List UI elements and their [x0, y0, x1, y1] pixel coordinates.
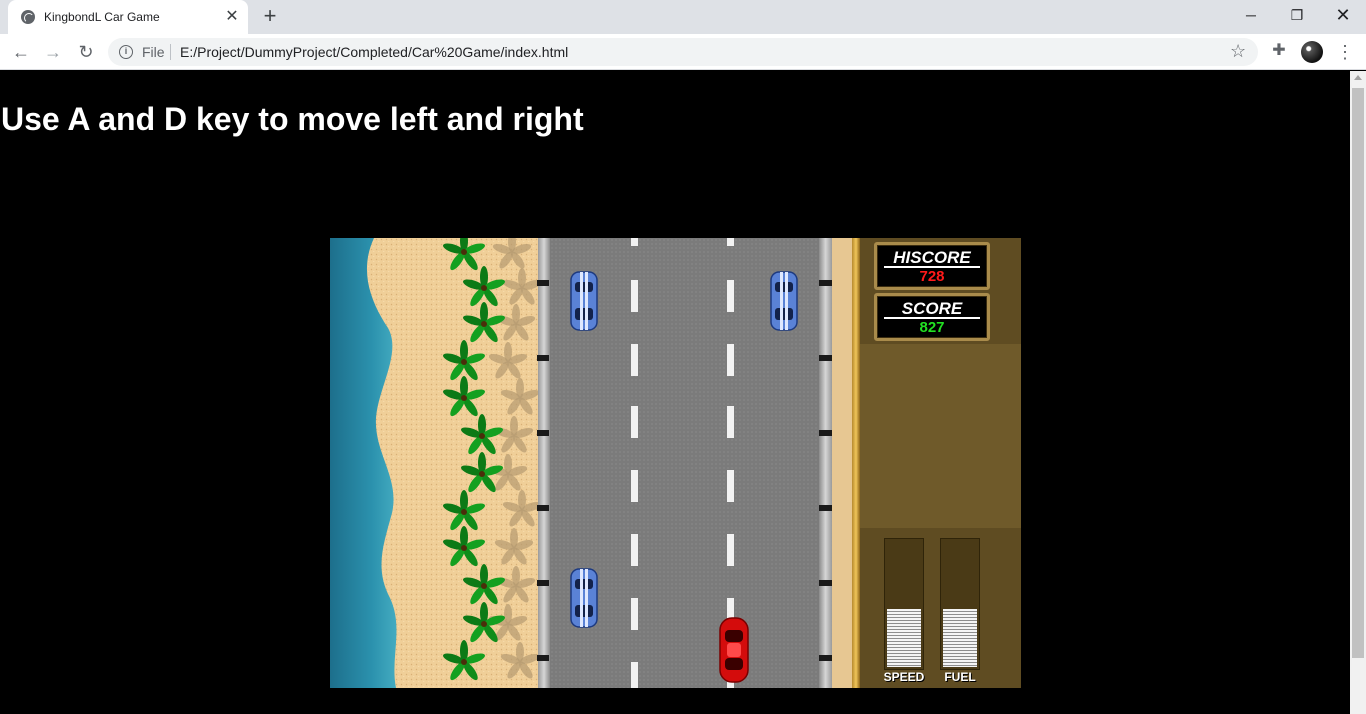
new-tab-button[interactable]: +	[259, 5, 281, 27]
speed-label: SPEED	[883, 670, 925, 684]
page-viewport: Use A and D key to move left and right H…	[0, 71, 1350, 714]
address-bar[interactable]: i File E:/Project/DummyProject/Completed…	[108, 38, 1258, 66]
player-car	[719, 617, 749, 683]
speed-gauge	[884, 538, 924, 670]
tab-title: KingbondL Car Game	[44, 10, 160, 24]
scheme-label: File	[142, 44, 165, 60]
reload-button[interactable]: ↻	[74, 40, 98, 64]
enemy-car	[570, 568, 598, 628]
back-button[interactable]: ←	[9, 40, 33, 64]
close-window-button[interactable]: ✕	[1320, 0, 1366, 30]
tab-active[interactable]: KingbondL Car Game ✕	[8, 0, 248, 34]
tab-close-icon[interactable]: ✕	[223, 8, 241, 26]
browser-toolbar: ← → ↻ i File E:/Project/DummyProject/Com…	[0, 34, 1366, 70]
enemy-car	[770, 271, 798, 331]
hiscore-label: HISCORE	[893, 248, 971, 267]
omnibox-divider	[170, 44, 171, 60]
speed-gauge-fill	[887, 609, 921, 667]
fuel-gauge-fill	[943, 609, 977, 667]
fuel-gauge	[940, 538, 980, 670]
hiscore-box: HISCORE 728	[874, 242, 990, 290]
url-text[interactable]: E:/Project/DummyProject/Completed/Car%20…	[180, 44, 568, 60]
enemy-car	[570, 271, 598, 331]
score-label: SCORE	[901, 299, 963, 318]
game-canvas[interactable]: HISCORE 728 SCORE 827 SPEED FUEL	[330, 238, 1021, 688]
hiscore-value: 728	[919, 268, 945, 285]
hud-panel: HISCORE 728 SCORE 827 SPEED FUEL	[860, 238, 1021, 688]
score-value: 827	[919, 319, 945, 336]
vertical-scrollbar[interactable]	[1350, 71, 1366, 714]
restore-button[interactable]: ❐	[1274, 0, 1320, 30]
forward-button[interactable]: →	[41, 40, 65, 64]
page-title: Use A and D key to move left and right	[1, 101, 584, 137]
fuel-label: FUEL	[944, 670, 976, 684]
info-icon[interactable]: i	[119, 45, 133, 59]
globe-icon	[21, 10, 35, 24]
puzzle-icon[interactable]: ✚	[1270, 42, 1288, 60]
scroll-up-arrow-icon[interactable]	[1354, 75, 1362, 80]
kebab-menu-icon[interactable]: ⋮	[1336, 40, 1354, 64]
road-markings-and-cars	[537, 238, 832, 688]
score-box: SCORE 827	[874, 293, 990, 341]
avatar[interactable]	[1301, 41, 1323, 63]
panel-rail	[852, 238, 860, 688]
scroll-thumb[interactable]	[1352, 88, 1364, 658]
minimize-button[interactable]: ─	[1228, 0, 1274, 30]
tab-strip: KingbondL Car Game ✕ + ─ ❐ ✕	[0, 0, 1366, 34]
star-icon[interactable]: ☆	[1230, 41, 1246, 62]
